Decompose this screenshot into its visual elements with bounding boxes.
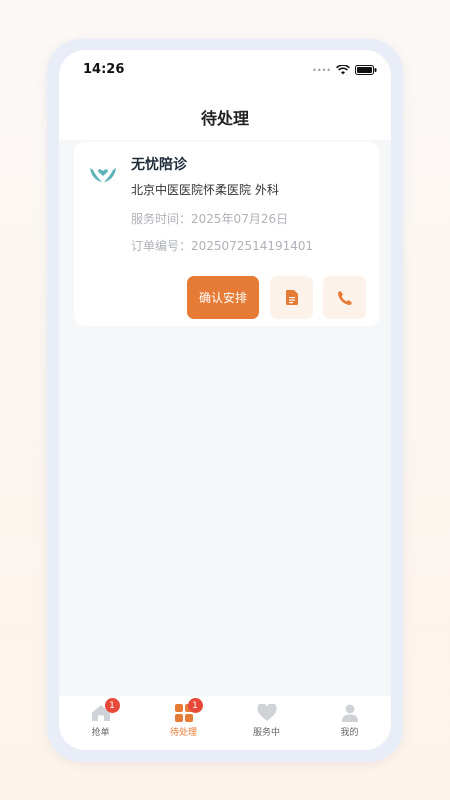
status-bar: 14:26 •••• xyxy=(59,50,391,94)
hospital-name: 北京中医医院怀柔医院 外科 xyxy=(131,183,279,197)
order-number-row: 订单编号：2025072514191401 xyxy=(131,237,313,254)
tab-grab-orders[interactable]: 1 抢单 xyxy=(59,696,142,750)
phone-frame: 14:26 •••• 待处理 无忧陪诊 北京中医医院怀柔医院 外科 服务时间：2… xyxy=(47,39,403,762)
status-time: 14:26 xyxy=(83,62,125,77)
page-title: 待处理 xyxy=(200,109,249,128)
service-name: 无忧陪诊 xyxy=(131,157,187,173)
order-number-value: 2025072514191401 xyxy=(191,239,314,253)
wifi-icon xyxy=(336,65,350,75)
tab-label: 我的 xyxy=(340,728,359,738)
app-screen: 14:26 •••• 待处理 无忧陪诊 北京中医医院怀柔医院 外科 服务时间：2… xyxy=(59,50,391,750)
call-button[interactable] xyxy=(323,276,366,319)
signal-icon: •••• xyxy=(312,65,331,75)
phone-icon xyxy=(337,290,352,305)
order-card[interactable]: 无忧陪诊 北京中医医院怀柔医院 外科 服务时间：2025年07月26日 订单编号… xyxy=(74,142,379,326)
tab-pending[interactable]: 1 待处理 xyxy=(142,696,225,750)
service-time-value: 2025年07月26日 xyxy=(191,212,289,226)
nav-bar: 待处理 xyxy=(59,94,391,140)
tab-mine[interactable]: 我的 xyxy=(308,696,391,750)
document-icon xyxy=(285,290,298,305)
status-icons: •••• xyxy=(312,65,377,75)
tab-label: 待处理 xyxy=(169,728,197,738)
caring-hands-logo-icon xyxy=(90,168,116,182)
order-detail-button[interactable] xyxy=(270,276,313,319)
tab-in-service[interactable]: 服务中 xyxy=(225,696,308,750)
order-number-label: 订单编号： xyxy=(131,239,192,253)
notification-badge: 1 xyxy=(187,698,203,713)
tab-label: 服务中 xyxy=(252,728,280,738)
heart-icon xyxy=(256,704,277,721)
notification-badge: 1 xyxy=(104,698,120,713)
user-icon xyxy=(341,704,358,722)
confirm-arrange-button[interactable]: 确认安排 xyxy=(187,276,259,319)
battery-icon xyxy=(355,65,377,75)
service-time-row: 服务时间：2025年07月26日 xyxy=(131,210,288,227)
bottom-tab-bar: 1 抢单 1 待处理 服务中 我的 xyxy=(59,696,391,750)
service-time-label: 服务时间： xyxy=(131,212,192,226)
tab-label: 抢单 xyxy=(91,728,110,738)
